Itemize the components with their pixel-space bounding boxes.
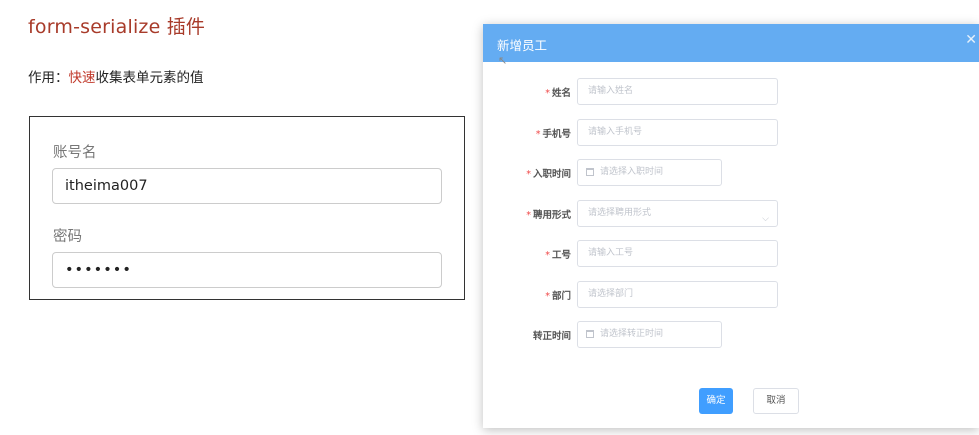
cancel-button[interactable]: 取消 [753,388,799,414]
form-row-phone: * 手机号 请输入手机号 [483,119,979,147]
field-label: * 部门 [545,291,571,302]
add-employee-dialog: 新增员工 ✕ ↖ * 姓名 请输入姓名 * 手机号 请输入手机号 * 入职时间 请选择… [483,24,979,428]
regular-date-placeholder: 请选择转正时间 [600,329,664,339]
employment-type-placeholder: 请选择聘用形式 [588,208,652,218]
form-row-employee-id: * 工号 请输入工号 [483,240,979,268]
department-select[interactable]: 请选择部门 [577,281,778,308]
regular-date-picker[interactable]: 请选择转正时间 [577,321,722,348]
form-row-department: * 部门 请选择部门 [483,281,979,309]
field-label: * 姓名 [545,88,571,99]
close-icon[interactable]: ✕ [965,32,977,48]
form-row-regular-date: 转正时间 请选择转正时间 [483,321,979,349]
employee-id-input[interactable]: 请输入工号 [577,240,778,267]
phone-input[interactable]: 请输入手机号 [577,119,778,146]
desc-highlight: 快速 [68,70,96,86]
cursor-icon: ↖ [498,54,508,67]
field-label: * 入职时间 [526,169,571,180]
hire-date-placeholder: 请选择入职时间 [600,167,664,177]
field-label: * 手机号 [535,129,571,140]
field-label: 转正时间 [532,331,571,342]
account-input[interactable]: itheima007 [52,168,442,204]
password-input[interactable]: ••••••• [52,252,442,288]
hire-date-picker[interactable]: 请选择入职时间 [577,159,722,186]
name-input[interactable]: 请输入姓名 [577,78,778,105]
chevron-down-icon: ⌵ [762,214,769,224]
form-row-name: * 姓名 请输入姓名 [483,78,979,106]
form-row-employment-type: * 聘用形式 请选择聘用形式 ⌵ [483,200,979,228]
dialog-header: 新增员工 ✕ [483,24,979,62]
slide-description: 作用：快速收集表单元素的值 [28,66,204,86]
password-label: 密码 [53,229,82,245]
slide-title: form-serialize 插件 [28,16,206,38]
dialog-title: 新增员工 [497,38,548,53]
field-label: * 聘用形式 [526,210,571,221]
desc-suffix: 收集表单元素的值 [95,70,204,86]
form-row-hire-date: * 入职时间 请选择入职时间 [483,159,979,187]
confirm-button[interactable]: 确定 [699,388,733,414]
employment-type-select[interactable]: 请选择聘用形式 ⌵ [577,200,778,227]
calendar-icon [586,330,594,338]
field-label: * 工号 [545,250,571,261]
demo-login-form: 账号名 itheima007 密码 ••••••• [29,116,465,300]
calendar-icon [586,168,594,176]
desc-prefix: 作用： [28,70,69,86]
account-label: 账号名 [53,145,97,161]
